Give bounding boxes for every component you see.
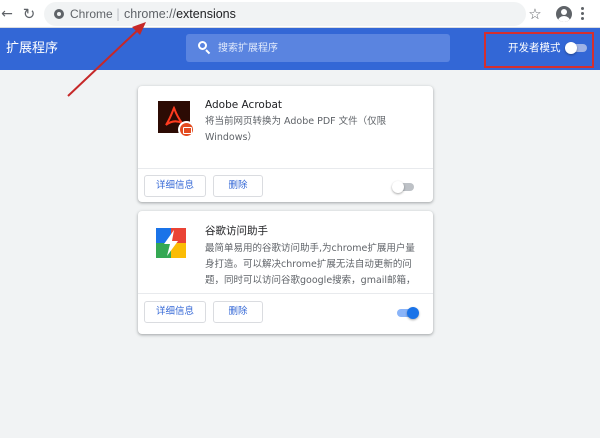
search-input[interactable] [218, 34, 444, 62]
card-divider [138, 168, 433, 169]
url-scheme: chrome:// [124, 7, 177, 21]
search-box[interactable] [186, 34, 450, 62]
description-line: 最简单易用的谷歌访问助手,为chrome扩展用户量 [205, 243, 415, 254]
extension-enable-toggle[interactable] [392, 181, 416, 193]
url-text[interactable]: chrome://extensions [124, 6, 236, 22]
description-line: 题，同时可以访问谷歌google搜索，gmail邮箱， [205, 275, 416, 286]
extension-card-google-access-helper: 谷歌访问助手 最简单易用的谷歌访问助手,为chrome扩展用户量 身打造。可以解… [138, 211, 433, 334]
back-arrow-icon[interactable]: ← [0, 5, 14, 23]
search-icon [198, 41, 211, 55]
card-divider [138, 293, 433, 294]
extension-name: Adobe Acrobat [205, 99, 283, 111]
site-chip-label: Chrome [70, 7, 113, 21]
annotation-highlight-box [484, 32, 594, 68]
google-access-helper-logo-icon [156, 228, 186, 258]
description-line: 将当前网页转换为 Adobe PDF 文件（仅限 [205, 116, 387, 127]
adobe-acrobat-logo-icon [158, 101, 196, 139]
reload-icon[interactable]: ↻ [20, 4, 38, 24]
page-title: 扩展程序 [6, 41, 59, 56]
remove-button[interactable]: 删除 [213, 175, 263, 197]
chrome-site-icon [54, 9, 64, 19]
url-path: extensions [176, 7, 236, 21]
details-button[interactable]: 详细信息 [144, 175, 206, 197]
description-line: 身打造。可以解决chrome扩展无法自动更新的问 [205, 259, 412, 270]
omnibox-separator: | [116, 7, 121, 21]
bookmark-star-icon[interactable]: ☆ [527, 4, 543, 24]
extension-description: 将当前网页转换为 Adobe PDF 文件（仅限 Windows） [205, 114, 420, 146]
details-button[interactable]: 详细信息 [144, 301, 206, 323]
extension-card-adobe-acrobat: Adobe Acrobat 将当前网页转换为 Adobe PDF 文件（仅限 W… [138, 86, 433, 202]
omnibox[interactable]: Chrome | chrome://extensions [44, 2, 526, 26]
extension-description: 最简单易用的谷歌访问助手,为chrome扩展用户量 身打造。可以解决chrome… [205, 241, 420, 289]
description-line: Windows） [205, 132, 257, 143]
more-menu-icon[interactable] [579, 6, 587, 22]
address-bar: ← ↻ Chrome | chrome://extensions ☆ [0, 0, 600, 28]
extension-enable-toggle[interactable] [395, 307, 419, 319]
remove-button[interactable]: 删除 [213, 301, 263, 323]
extension-name: 谷歌访问助手 [205, 225, 268, 237]
account-avatar-icon[interactable] [556, 6, 572, 22]
